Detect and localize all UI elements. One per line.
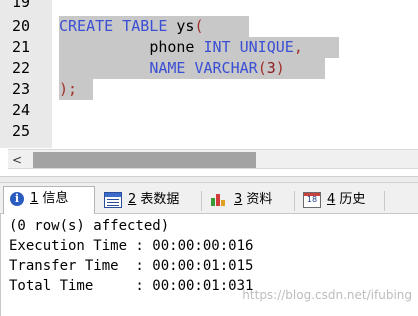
code-text: CREATE TABLE ys( [59, 16, 204, 37]
watermark-text: https://blog.csdn.net/ifubing [242, 288, 412, 302]
tab-separator [201, 191, 202, 211]
scrollbar-thumb[interactable] [33, 152, 256, 168]
sql-type: VARCHAR [194, 59, 258, 77]
editor-line-19: 19 [0, 0, 418, 13]
output-line: (0 row(s) affected) [9, 218, 170, 234]
tab-resources[interactable]: 3 资料 [204, 188, 272, 214]
editor-line-24: 24 [0, 100, 418, 121]
statement-end: ); [59, 80, 78, 98]
tab-label: 资料 [246, 192, 273, 207]
tab-label: 表数据 [140, 192, 180, 207]
resources-icon [210, 192, 228, 208]
sql-keyword: TABLE [122, 17, 168, 35]
table-data-icon [104, 191, 122, 208]
tab-number: 2 [128, 192, 137, 207]
tab-label: 信息 [42, 191, 69, 206]
tab-info[interactable]: i1 信息 [3, 186, 95, 215]
editor-line-25: 25 [0, 121, 418, 142]
column-name: NAME [149, 59, 186, 77]
tab-number: 3 [234, 192, 243, 207]
editor-line-22: 22 NAME VARCHAR(3) [0, 58, 418, 79]
table-name: ys [176, 17, 195, 35]
output-line: Transfer Time : 00:00:01:015 [9, 258, 254, 274]
column-name: phone [149, 38, 195, 56]
info-icon: i [10, 191, 24, 206]
tab-separator [294, 191, 295, 211]
output-line: Execution Time : 00:00:00:016 [9, 238, 254, 254]
punctuation: ( [257, 59, 267, 77]
line-number: 23 [12, 80, 31, 98]
sql-type: INT [203, 38, 231, 56]
output-line: Total Time : 00:00:01:031 [9, 278, 254, 294]
line-number: 25 [12, 122, 31, 140]
line-number: 24 [12, 101, 31, 119]
editor-line-23: 23 ); [0, 79, 418, 100]
code-text: NAME VARCHAR(3) [59, 58, 285, 79]
scroll-left-arrow-icon[interactable]: < [12, 152, 26, 168]
editor-line-21: 21 phone INT UNIQUE, [0, 37, 418, 58]
code-text: phone INT UNIQUE, [59, 37, 303, 58]
line-number: 19 [12, 0, 31, 11]
line-number: 22 [12, 59, 31, 77]
line-number: 20 [12, 17, 31, 35]
sql-editor[interactable]: 19 20 CREATE TABLE ys( 21 phone INT UNIQ… [0, 0, 418, 148]
history-icon: 18 [303, 191, 321, 208]
punctuation: ) [275, 59, 285, 77]
horizontal-scrollbar[interactable]: < [8, 149, 418, 169]
result-tabs: i1 信息 2 表数据 3 资料 18 4 历史 [0, 183, 418, 215]
tab-history[interactable]: 18 4 历史 [297, 188, 365, 214]
tab-separator [384, 191, 385, 211]
tab-label: 历史 [339, 192, 366, 207]
tab-table-data[interactable]: 2 表数据 [98, 188, 179, 214]
tab-number: 4 [327, 192, 336, 207]
punctuation: , [293, 38, 303, 56]
editor-line-20: 20 CREATE TABLE ys( [0, 16, 418, 37]
type-size: 3 [266, 59, 276, 77]
line-number: 21 [12, 38, 31, 56]
panel-splitter[interactable] [0, 176, 418, 183]
punctuation: ( [194, 17, 204, 35]
sql-constraint: UNIQUE [239, 38, 294, 56]
tab-number: 1 [30, 191, 39, 206]
sql-keyword: CREATE [59, 17, 114, 35]
